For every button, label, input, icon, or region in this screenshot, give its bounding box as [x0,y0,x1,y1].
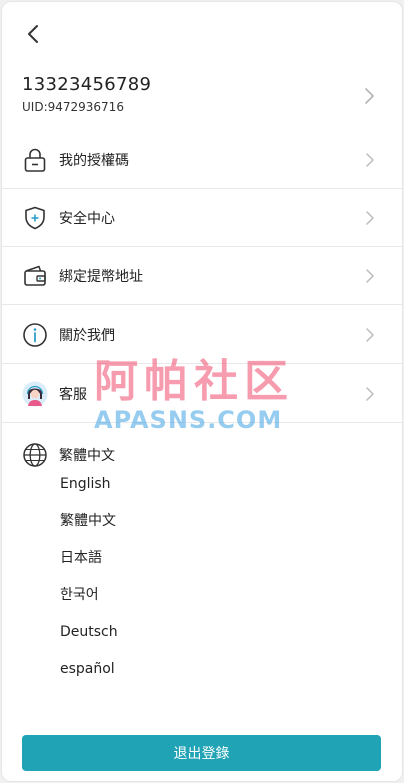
info-icon [23,323,47,347]
language-option-spanish[interactable]: español [60,657,118,694]
language-selector[interactable]: 繁體中文 [2,430,402,474]
menu-item-label: 安全中心 [59,211,115,227]
wallet-icon [24,265,46,286]
menu-item-label: 我的授權碼 [59,153,129,169]
language-option-german[interactable]: Deutsch [60,620,118,657]
chevron-right-icon [366,328,374,342]
support-avatar-icon [22,381,48,407]
menu-item-security-center[interactable]: 安全中心 [2,189,402,247]
chevron-right-icon [366,153,374,167]
menu-item-label: 客服 [59,387,87,403]
menu-item-about-us[interactable]: 關於我們 [2,306,402,364]
language-option-korean[interactable]: 한국어 [60,583,118,620]
language-option-traditional-chinese[interactable]: 繁體中文 [60,509,118,546]
globe-icon [23,443,47,467]
account-screen: 13323456789 UID:9472936716 我的授權碼 安全中心 綁定… [1,1,403,782]
chevron-right-icon [366,387,374,401]
lock-icon [24,148,46,172]
language-option-english[interactable]: English [60,472,118,509]
chevron-left-icon [28,25,38,43]
menu-item-label: 關於我們 [59,328,115,344]
language-options: English 繁體中文 日本語 한국어 Deutsch español [60,472,118,694]
profile-row[interactable]: 13323456789 UID:9472936716 [2,68,402,126]
language-option-japanese[interactable]: 日本語 [60,546,118,583]
profile-phone: 13323456789 [22,74,152,95]
menu-item-label: 綁定提幣地址 [59,269,143,285]
back-button[interactable] [22,22,46,46]
chevron-right-icon [366,211,374,225]
shield-plus-icon [25,206,45,230]
profile-uid: UID:9472936716 [22,100,124,114]
current-language: 繁體中文 [59,448,115,464]
menu-item-customer-service[interactable]: 客服 [2,365,402,423]
menu-item-withdraw-address[interactable]: 綁定提幣地址 [2,247,402,305]
menu-item-auth-code[interactable]: 我的授權碼 [2,131,402,189]
chevron-right-icon [365,88,374,104]
chevron-right-icon [366,269,374,283]
logout-button[interactable]: 退出登錄 [22,735,381,771]
